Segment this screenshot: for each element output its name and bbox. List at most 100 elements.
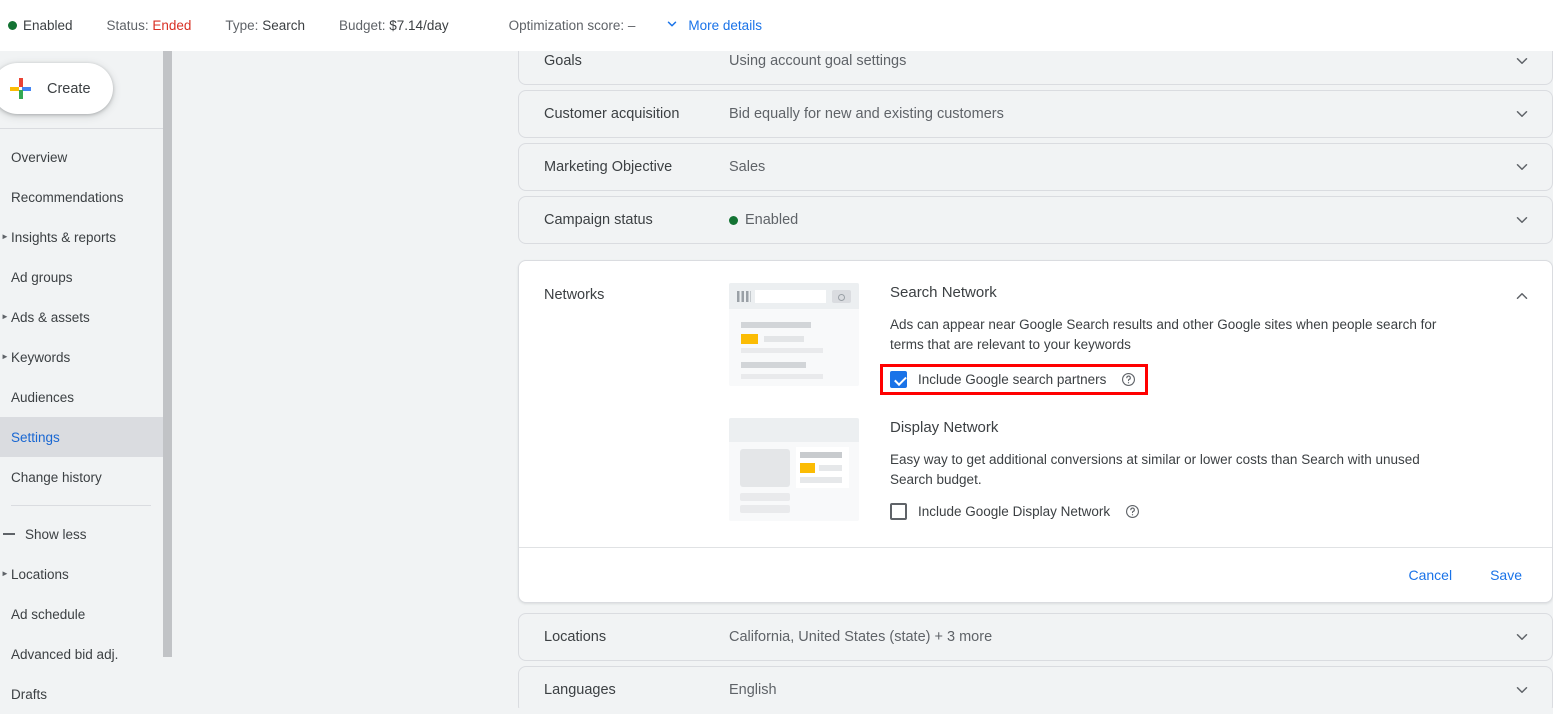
setting-row-value: Using account goal settings bbox=[729, 53, 907, 69]
sidebar-item-label: Ads & assets bbox=[11, 309, 90, 325]
search-network-text: Search Network Ads can appear near Googl… bbox=[880, 283, 1492, 396]
campaign-status-bar: Enabled Status: Ended Type: Search Budge… bbox=[0, 0, 1553, 51]
setting-row-value: Sales bbox=[729, 159, 766, 175]
sidebar-item-audiences[interactable]: Audiences bbox=[0, 377, 163, 417]
sidebar-item-label: Locations bbox=[11, 566, 69, 582]
display-network-block: Display Network Easy way to get addition… bbox=[729, 418, 1492, 522]
campaign-status-field: Status: Ended bbox=[107, 18, 192, 33]
search-network-block: Search Network Ads can appear near Googl… bbox=[729, 283, 1492, 396]
chevron-up-icon[interactable] bbox=[1492, 283, 1552, 521]
status-enabled-dot bbox=[729, 215, 738, 225]
setting-row-label: Goals bbox=[544, 53, 582, 69]
setting-row-label: Customer acquisition bbox=[544, 106, 680, 122]
search-network-heading: Search Network bbox=[890, 284, 997, 301]
sidebar-item-label: Drafts bbox=[11, 686, 48, 702]
campaign-type-value: Search bbox=[262, 18, 305, 33]
display-ad-preview-thumbnail bbox=[729, 418, 859, 522]
sidebar-item-insights-and-reports[interactable]: ► Insights & reports bbox=[0, 217, 163, 257]
include-search-partners-checkbox-row[interactable]: Include Google search partners bbox=[880, 364, 1149, 396]
sidebar-item-ad-groups[interactable]: Ad groups bbox=[0, 257, 163, 297]
campaign-status-value: Ended bbox=[152, 18, 192, 33]
sidebar-item-label: Ad schedule bbox=[11, 606, 86, 622]
include-display-network-checkbox[interactable] bbox=[890, 503, 907, 521]
networks-options: Search Network Ads can appear near Googl… bbox=[729, 283, 1492, 522]
sidebar-item-label: Advanced bid adj. bbox=[11, 646, 119, 662]
sidebar-item-label: Recommendations bbox=[11, 189, 124, 205]
sidebar-item-label: Settings bbox=[11, 429, 60, 445]
include-display-network-label: Include Google Display Network bbox=[918, 504, 1111, 520]
chevron-down-icon[interactable] bbox=[1492, 628, 1552, 646]
search-results-preview-thumbnail bbox=[729, 283, 859, 386]
sidebar-item-label: Audiences bbox=[11, 389, 75, 405]
sidebar-item-label: Ad groups bbox=[11, 269, 73, 285]
chevron-down-icon[interactable] bbox=[1492, 211, 1552, 229]
sidebar-item-change-history[interactable]: Change history bbox=[0, 457, 163, 497]
help-circle-icon[interactable] bbox=[1125, 504, 1140, 519]
setting-row-customer-acquisition[interactable]: Customer acquisition Bid equally for new… bbox=[518, 90, 1553, 138]
sidebar-item-advanced-bid-adj[interactable]: Advanced bid adj. bbox=[0, 634, 163, 674]
setting-row-label: Locations bbox=[544, 629, 607, 646]
setting-row-value: English bbox=[729, 682, 777, 699]
include-search-partners-label: Include Google search partners bbox=[918, 372, 1107, 388]
setting-row-label: Campaign status bbox=[544, 212, 653, 228]
campaign-enabled-dot bbox=[8, 21, 17, 30]
sidebar-divider bbox=[11, 505, 151, 506]
sidebar-scrollbar-thumb[interactable] bbox=[163, 0, 172, 657]
networks-card-title: Networks bbox=[544, 287, 605, 303]
chevron-down-icon[interactable] bbox=[1492, 681, 1552, 699]
setting-row-locations[interactable]: Locations California, United States (sta… bbox=[518, 613, 1553, 662]
networks-settings-card: Networks Search Network Ads can appear n… bbox=[518, 260, 1553, 604]
sidebar-item-recommendations[interactable]: Recommendations bbox=[0, 177, 163, 217]
sidebar-item-label: Overview bbox=[11, 149, 68, 165]
sidebar-item-drafts[interactable]: Drafts bbox=[0, 674, 163, 714]
cancel-button[interactable]: Cancel bbox=[1408, 567, 1452, 583]
setting-row-value: Bid equally for new and existing custome… bbox=[729, 106, 1004, 122]
sidebar-item-keywords[interactable]: ► Keywords bbox=[0, 337, 163, 377]
setting-row-languages[interactable]: Languages English bbox=[518, 666, 1553, 708]
save-button[interactable]: Save bbox=[1490, 567, 1522, 583]
sidebar-item-label: Insights & reports bbox=[11, 229, 117, 245]
display-network-description: Easy way to get additional conversions a… bbox=[890, 452, 1420, 487]
show-less-label: Show less bbox=[25, 526, 87, 542]
sidebar-item-label: Keywords bbox=[11, 349, 71, 365]
setting-row-campaign-status[interactable]: Campaign status Enabled bbox=[518, 196, 1553, 244]
sidebar-item-locations[interactable]: ► Locations bbox=[0, 554, 163, 594]
left-sidebar: Create Overview Recommendations ► Insigh… bbox=[0, 51, 163, 708]
expand-triangle-icon: ► bbox=[1, 232, 9, 241]
campaign-budget-field: Budget: $7.14/day bbox=[339, 18, 449, 33]
include-display-network-checkbox-row[interactable]: Include Google Display Network bbox=[890, 503, 1140, 521]
sidebar-item-settings[interactable]: Settings bbox=[0, 417, 163, 457]
include-search-partners-checkbox[interactable] bbox=[890, 371, 907, 389]
settings-card-column: Goals Using account goal settings Custom… bbox=[518, 51, 1553, 708]
chevron-down-icon[interactable] bbox=[1492, 158, 1552, 176]
networks-card-body: Networks Search Network Ads can appear n… bbox=[519, 261, 1552, 547]
help-circle-icon[interactable] bbox=[1121, 372, 1136, 387]
setting-row-marketing-objective[interactable]: Marketing Objective Sales bbox=[518, 143, 1553, 191]
create-button[interactable]: Create bbox=[0, 63, 113, 114]
setting-row-value: California, United States (state) + 3 mo… bbox=[729, 629, 993, 646]
show-less-button[interactable]: Show less bbox=[0, 514, 163, 554]
setting-row-value: Enabled bbox=[745, 212, 799, 228]
google-plus-icon bbox=[10, 78, 31, 99]
campaign-enabled-label: Enabled bbox=[23, 18, 73, 33]
chevron-down-icon[interactable] bbox=[1492, 52, 1552, 70]
expand-triangle-icon: ► bbox=[1, 312, 9, 321]
setting-row-goals[interactable]: Goals Using account goal settings bbox=[518, 51, 1553, 85]
chevron-down-icon bbox=[665, 17, 679, 34]
sidebar-item-ads-and-assets[interactable]: ► Ads & assets bbox=[0, 297, 163, 337]
minus-icon bbox=[3, 533, 15, 535]
display-network-heading: Display Network bbox=[890, 419, 999, 437]
chevron-down-icon[interactable] bbox=[1492, 105, 1552, 123]
campaign-budget-value: $7.14/day bbox=[389, 18, 449, 33]
campaign-status-key: Status: bbox=[106, 18, 149, 33]
sidebar-item-overview[interactable]: Overview bbox=[0, 137, 163, 177]
campaign-budget-key: Budget: bbox=[338, 18, 386, 33]
more-details-label: More details bbox=[688, 18, 762, 33]
settings-main-panel: Goals Using account goal settings Custom… bbox=[173, 51, 1553, 708]
campaign-type-field: Type: Search bbox=[225, 18, 305, 33]
sidebar-item-ad-schedule[interactable]: Ad schedule bbox=[0, 594, 163, 634]
more-details-button[interactable]: More details bbox=[665, 17, 762, 34]
optimization-score-label: Optimization score: – bbox=[508, 18, 636, 33]
sidebar-item-label: Change history bbox=[11, 469, 102, 485]
networks-card-actions: Cancel Save bbox=[519, 547, 1552, 602]
